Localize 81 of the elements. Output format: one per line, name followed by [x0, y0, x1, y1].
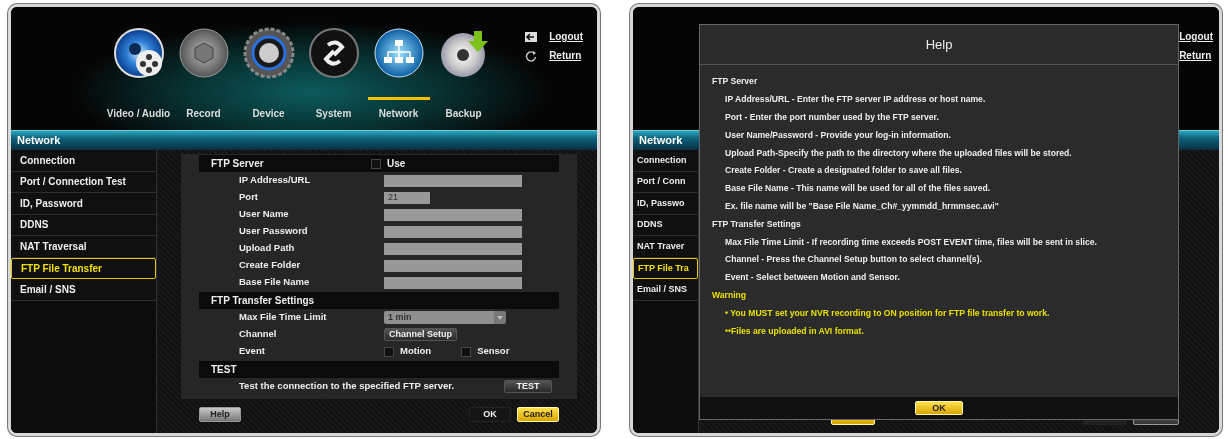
- refresh-icon: [525, 49, 538, 62]
- sidebar-item[interactable]: DDNS: [11, 214, 156, 236]
- channel-setup-button[interactable]: Channel Setup: [384, 328, 457, 341]
- field-label: IP Address/URL: [239, 173, 312, 188]
- caret-icon: [497, 315, 503, 320]
- sidebar-item[interactable]: NAT Traver: [633, 236, 698, 258]
- menu-tab[interactable]: Network: [366, 27, 431, 130]
- input-field[interactable]: [384, 225, 522, 238]
- group-title: FTP Server: [211, 157, 265, 171]
- group-title: TEST: [211, 363, 238, 377]
- menu-tab[interactable]: Device: [236, 27, 301, 130]
- sidebar-item[interactable]: Connection: [11, 150, 156, 172]
- dialog-button[interactable]: Help: [199, 407, 241, 422]
- help-text: Base File Name - This name will be used for all of the files saved.: [724, 182, 992, 196]
- section-header: Network: [11, 130, 597, 150]
- field-label: Max File Time Limit: [239, 310, 328, 325]
- ok-button[interactable]: OK: [915, 401, 963, 415]
- field-label: Upload Path: [239, 241, 296, 256]
- sidebar-item[interactable]: FTP File Transfer: [11, 257, 156, 279]
- checkbox-label: Use: [387, 157, 406, 171]
- group-title: FTP Transfer Settings: [211, 294, 316, 308]
- logout-icon: [525, 30, 538, 43]
- menu-tab[interactable]: Record: [171, 27, 236, 130]
- input-field[interactable]: [384, 242, 522, 255]
- sidebar-item[interactable]: NAT Traversal: [11, 236, 156, 258]
- help-heading: FTP Server: [712, 75, 759, 89]
- field-label: Create Folder: [239, 258, 302, 273]
- sidebar-item[interactable]: Port / Conn: [633, 171, 698, 193]
- field-label: User Name: [239, 207, 290, 222]
- sidebar-item[interactable]: Port / Connection Test: [11, 171, 156, 193]
- help-text: Channel - Press the Channel Setup button to select channel(s).: [724, 253, 983, 267]
- menu-tab[interactable]: System: [301, 27, 366, 130]
- help-text: Event - Select between Motion and Sensor.: [724, 271, 901, 285]
- network-icon: [372, 27, 425, 79]
- help-heading: FTP Transfer Settings: [712, 217, 802, 231]
- sidebar-item[interactable]: FTP File Tra: [633, 257, 698, 279]
- help-heading: Warning: [712, 289, 748, 302]
- account-link[interactable]: Logout: [525, 29, 583, 44]
- knob-icon: [242, 27, 295, 79]
- input-field[interactable]: 21: [384, 191, 430, 204]
- account-link[interactable]: Logout: [1179, 29, 1213, 44]
- menu-tab[interactable]: Video / Audio: [106, 27, 171, 130]
- field-label: Port: [239, 190, 259, 205]
- sidebar-item[interactable]: DDNS: [633, 214, 698, 236]
- field-label: User Password: [239, 224, 309, 239]
- input-field[interactable]: [384, 259, 522, 272]
- account-link[interactable]: Return: [525, 48, 583, 63]
- dialog-title: Help: [925, 35, 953, 54]
- checkbox[interactable]: [371, 158, 381, 169]
- help-text: Max File Time Limit - If recording time exceeds POST EVENT time, files will be sent in slice.: [724, 235, 1098, 249]
- sidebar-item[interactable]: Connection: [633, 150, 698, 172]
- test-button[interactable]: TEST: [504, 380, 553, 393]
- checkbox[interactable]: [384, 346, 394, 357]
- field-label: Channel: [239, 327, 278, 342]
- checkbox[interactable]: [461, 346, 472, 357]
- sidebar-item[interactable]: ID, Password: [11, 193, 156, 215]
- field-label: Base File Name: [239, 275, 311, 290]
- swirl-icon: [307, 27, 360, 79]
- field-label: Event: [239, 344, 266, 359]
- dialog-button[interactable]: OK: [469, 407, 511, 422]
- help-text: Create Folder - Create a designated folder to save all files.: [724, 164, 963, 178]
- menu-tab[interactable]: Backup: [431, 27, 496, 130]
- checkbox-label: Sensor: [477, 344, 510, 359]
- checkbox-label: Motion: [400, 344, 432, 359]
- sidebar-item[interactable]: Email / SNS: [11, 279, 156, 301]
- account-link[interactable]: Return: [1179, 48, 1213, 63]
- help-text: ••Files are uploaded in AVI format.: [724, 324, 865, 338]
- dialog-button[interactable]: Cancel: [517, 407, 559, 422]
- input-field[interactable]: [384, 174, 522, 187]
- disc-icon: [112, 27, 165, 79]
- input-field[interactable]: [384, 276, 522, 289]
- input-field[interactable]: [384, 208, 522, 221]
- help-text: • You MUST set your NVR recording to ON position for FTP file transfer to work.: [724, 306, 1051, 320]
- sidebar-item[interactable]: Email / SNS: [633, 279, 698, 301]
- help-text: User Name/Password - Provide your log-in information.: [724, 128, 952, 142]
- sidebar-item[interactable]: ID, Passwo: [633, 193, 698, 215]
- aperture-icon: [177, 27, 230, 79]
- help-text: Ex. file name will be "Base File Name_Ch#_yymmdd_hrmmsec.avi": [724, 200, 1000, 214]
- help-text: Port - Enter the port number used by the FTP server.: [724, 111, 940, 125]
- help-text: IP Address/URL - Enter the FTP server IP address or host name.: [724, 93, 987, 107]
- description-text: Test the connection to the specified FTP server.: [239, 379, 455, 394]
